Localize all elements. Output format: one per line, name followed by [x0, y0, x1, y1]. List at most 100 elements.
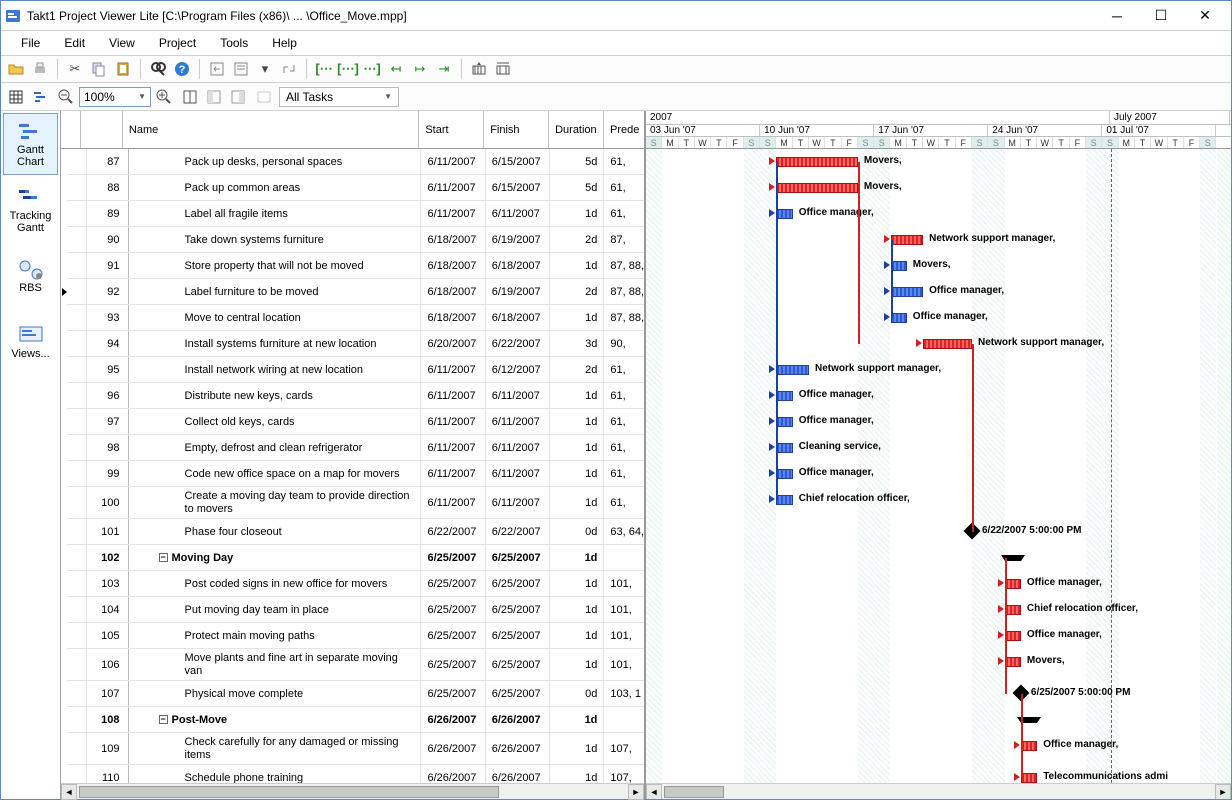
- menu-edit[interactable]: Edit: [52, 33, 97, 53]
- bracket-both-icon[interactable]: [⋯]: [337, 58, 359, 80]
- table-row[interactable]: 90Take down systems furniture6/18/20076/…: [67, 227, 644, 253]
- gantt-bar[interactable]: [1005, 631, 1021, 641]
- menu-help[interactable]: Help: [260, 33, 309, 53]
- pane-single-icon[interactable]: [179, 86, 201, 108]
- menu-view[interactable]: View: [97, 33, 147, 53]
- table-row[interactable]: 106Move plants and fine art in separate …: [67, 649, 644, 681]
- go-left-icon[interactable]: ↤: [385, 58, 407, 80]
- find-icon[interactable]: [147, 58, 169, 80]
- go-right-icon[interactable]: ↦: [409, 58, 431, 80]
- gantt-bar[interactable]: [776, 443, 792, 453]
- table-row[interactable]: 97Collect old keys, cards6/11/20076/11/2…: [67, 409, 644, 435]
- zoom-out-icon[interactable]: [55, 86, 77, 108]
- col-id[interactable]: [81, 111, 123, 148]
- gantt-bar[interactable]: [776, 365, 809, 375]
- zoom-combo[interactable]: 100%▼: [79, 87, 151, 107]
- gantt-bar[interactable]: [891, 313, 907, 323]
- bracket-right-icon[interactable]: ⋯]: [361, 58, 383, 80]
- maximize-button[interactable]: ☐: [1139, 2, 1183, 30]
- table-row[interactable]: 109Check carefully for any damaged or mi…: [67, 733, 644, 765]
- gantt-bar[interactable]: [776, 209, 792, 219]
- scroll-thumb[interactable]: [79, 786, 499, 798]
- scroll-thumb[interactable]: [664, 786, 724, 798]
- table-row[interactable]: 95Install network wiring at new location…: [67, 357, 644, 383]
- link-icon[interactable]: [278, 58, 300, 80]
- menu-file[interactable]: File: [9, 33, 52, 53]
- col-predecessors[interactable]: Prede: [604, 111, 644, 148]
- table-row[interactable]: 96Distribute new keys, cards6/11/20076/1…: [67, 383, 644, 409]
- gantt-bar[interactable]: [776, 417, 792, 427]
- gantt-bar[interactable]: [776, 157, 858, 167]
- cut-icon[interactable]: ✂: [64, 58, 86, 80]
- col-start[interactable]: Start: [419, 111, 484, 148]
- scroll-left-icon[interactable]: ◄: [646, 784, 662, 799]
- showhide-icon[interactable]: ▾: [254, 58, 276, 80]
- zoom-in-icon[interactable]: [153, 86, 175, 108]
- scroll-right-icon[interactable]: ►: [1215, 784, 1231, 799]
- col-finish[interactable]: Finish: [484, 111, 549, 148]
- summary-bar[interactable]: [1005, 555, 1021, 561]
- table-row[interactable]: 94Install systems furniture at new locat…: [67, 331, 644, 357]
- gantt-bar[interactable]: [1005, 579, 1021, 589]
- grid-hscroll[interactable]: ◄ ►: [61, 783, 644, 799]
- collapse-icon[interactable]: −: [159, 715, 168, 724]
- gantt-bar[interactable]: [1005, 605, 1021, 615]
- gantt-body[interactable]: Movers,Movers,Office manager,Network sup…: [646, 149, 1231, 783]
- table-row[interactable]: 92Label furniture to be moved6/18/20076/…: [67, 279, 644, 305]
- help-icon[interactable]: ?: [171, 58, 193, 80]
- timescale-grow-icon[interactable]: [468, 58, 490, 80]
- table-row[interactable]: 108−Post-Move6/26/20076/26/20071d: [67, 707, 644, 733]
- open-icon[interactable]: [5, 58, 27, 80]
- timescale-shrink-icon[interactable]: [492, 58, 514, 80]
- indent-icon[interactable]: [230, 58, 252, 80]
- summary-bar[interactable]: [1021, 717, 1037, 723]
- gantt-bar[interactable]: [776, 495, 792, 505]
- gantt-bar[interactable]: [776, 469, 792, 479]
- bracket-left-icon[interactable]: [⋯: [313, 58, 335, 80]
- table-row[interactable]: 101Phase four closeout6/22/20076/22/2007…: [67, 519, 644, 545]
- view-rbs[interactable]: RBS: [3, 245, 58, 307]
- gantt-bar[interactable]: [923, 339, 972, 349]
- filter-combo[interactable]: All Tasks▼: [279, 87, 399, 107]
- pane-left-icon[interactable]: [203, 86, 225, 108]
- gantt-hscroll[interactable]: ◄ ►: [646, 783, 1231, 799]
- gantt-bar[interactable]: [1021, 741, 1037, 751]
- table-row[interactable]: 104Put moving day team in place6/25/2007…: [67, 597, 644, 623]
- table-row[interactable]: 87Pack up desks, personal spaces6/11/200…: [67, 149, 644, 175]
- table-row[interactable]: 110Schedule phone training6/26/20076/26/…: [67, 765, 644, 783]
- col-duration[interactable]: Duration: [549, 111, 604, 148]
- table-row[interactable]: 88Pack up common areas6/11/20076/15/2007…: [67, 175, 644, 201]
- table-row[interactable]: 105Protect main moving paths6/25/20076/2…: [67, 623, 644, 649]
- paste-icon[interactable]: [112, 58, 134, 80]
- minimize-button[interactable]: ─: [1095, 2, 1139, 30]
- print-icon[interactable]: [29, 58, 51, 80]
- table-row[interactable]: 93Move to central location6/18/20076/18/…: [67, 305, 644, 331]
- gantt-bar[interactable]: [891, 235, 924, 245]
- col-indicator[interactable]: [61, 111, 81, 148]
- gantt-bar[interactable]: [891, 287, 924, 297]
- gantt-bar[interactable]: [891, 261, 907, 271]
- collapse-icon[interactable]: −: [159, 553, 168, 562]
- view-views-[interactable]: Views...: [3, 311, 58, 373]
- table-row[interactable]: 99Code new office space on a map for mov…: [67, 461, 644, 487]
- copy-icon[interactable]: [88, 58, 110, 80]
- view-gantt-chart[interactable]: GanttChart: [3, 113, 58, 175]
- grid-icon[interactable]: [5, 86, 27, 108]
- go-center-icon[interactable]: ⇥: [433, 58, 455, 80]
- scroll-right-icon[interactable]: ►: [628, 784, 644, 800]
- gantt-bar[interactable]: [776, 391, 792, 401]
- view-tracking-gantt[interactable]: TrackingGantt: [3, 179, 58, 241]
- menu-tools[interactable]: Tools: [208, 33, 260, 53]
- table-row[interactable]: 89Label all fragile items6/11/20076/11/2…: [67, 201, 644, 227]
- gantt-bar[interactable]: [1005, 657, 1021, 667]
- col-name[interactable]: Name: [123, 111, 419, 148]
- menu-project[interactable]: Project: [147, 33, 208, 53]
- gantt-bar[interactable]: [776, 183, 858, 193]
- gantt-bar[interactable]: [1021, 773, 1037, 783]
- gantt-icon[interactable]: [29, 86, 51, 108]
- close-button[interactable]: ✕: [1183, 2, 1227, 30]
- table-row[interactable]: 107Physical move complete6/25/20076/25/2…: [67, 681, 644, 707]
- table-row[interactable]: 100Create a moving day team to provide d…: [67, 487, 644, 519]
- pane-right-icon[interactable]: [227, 86, 249, 108]
- scroll-left-icon[interactable]: ◄: [61, 784, 77, 800]
